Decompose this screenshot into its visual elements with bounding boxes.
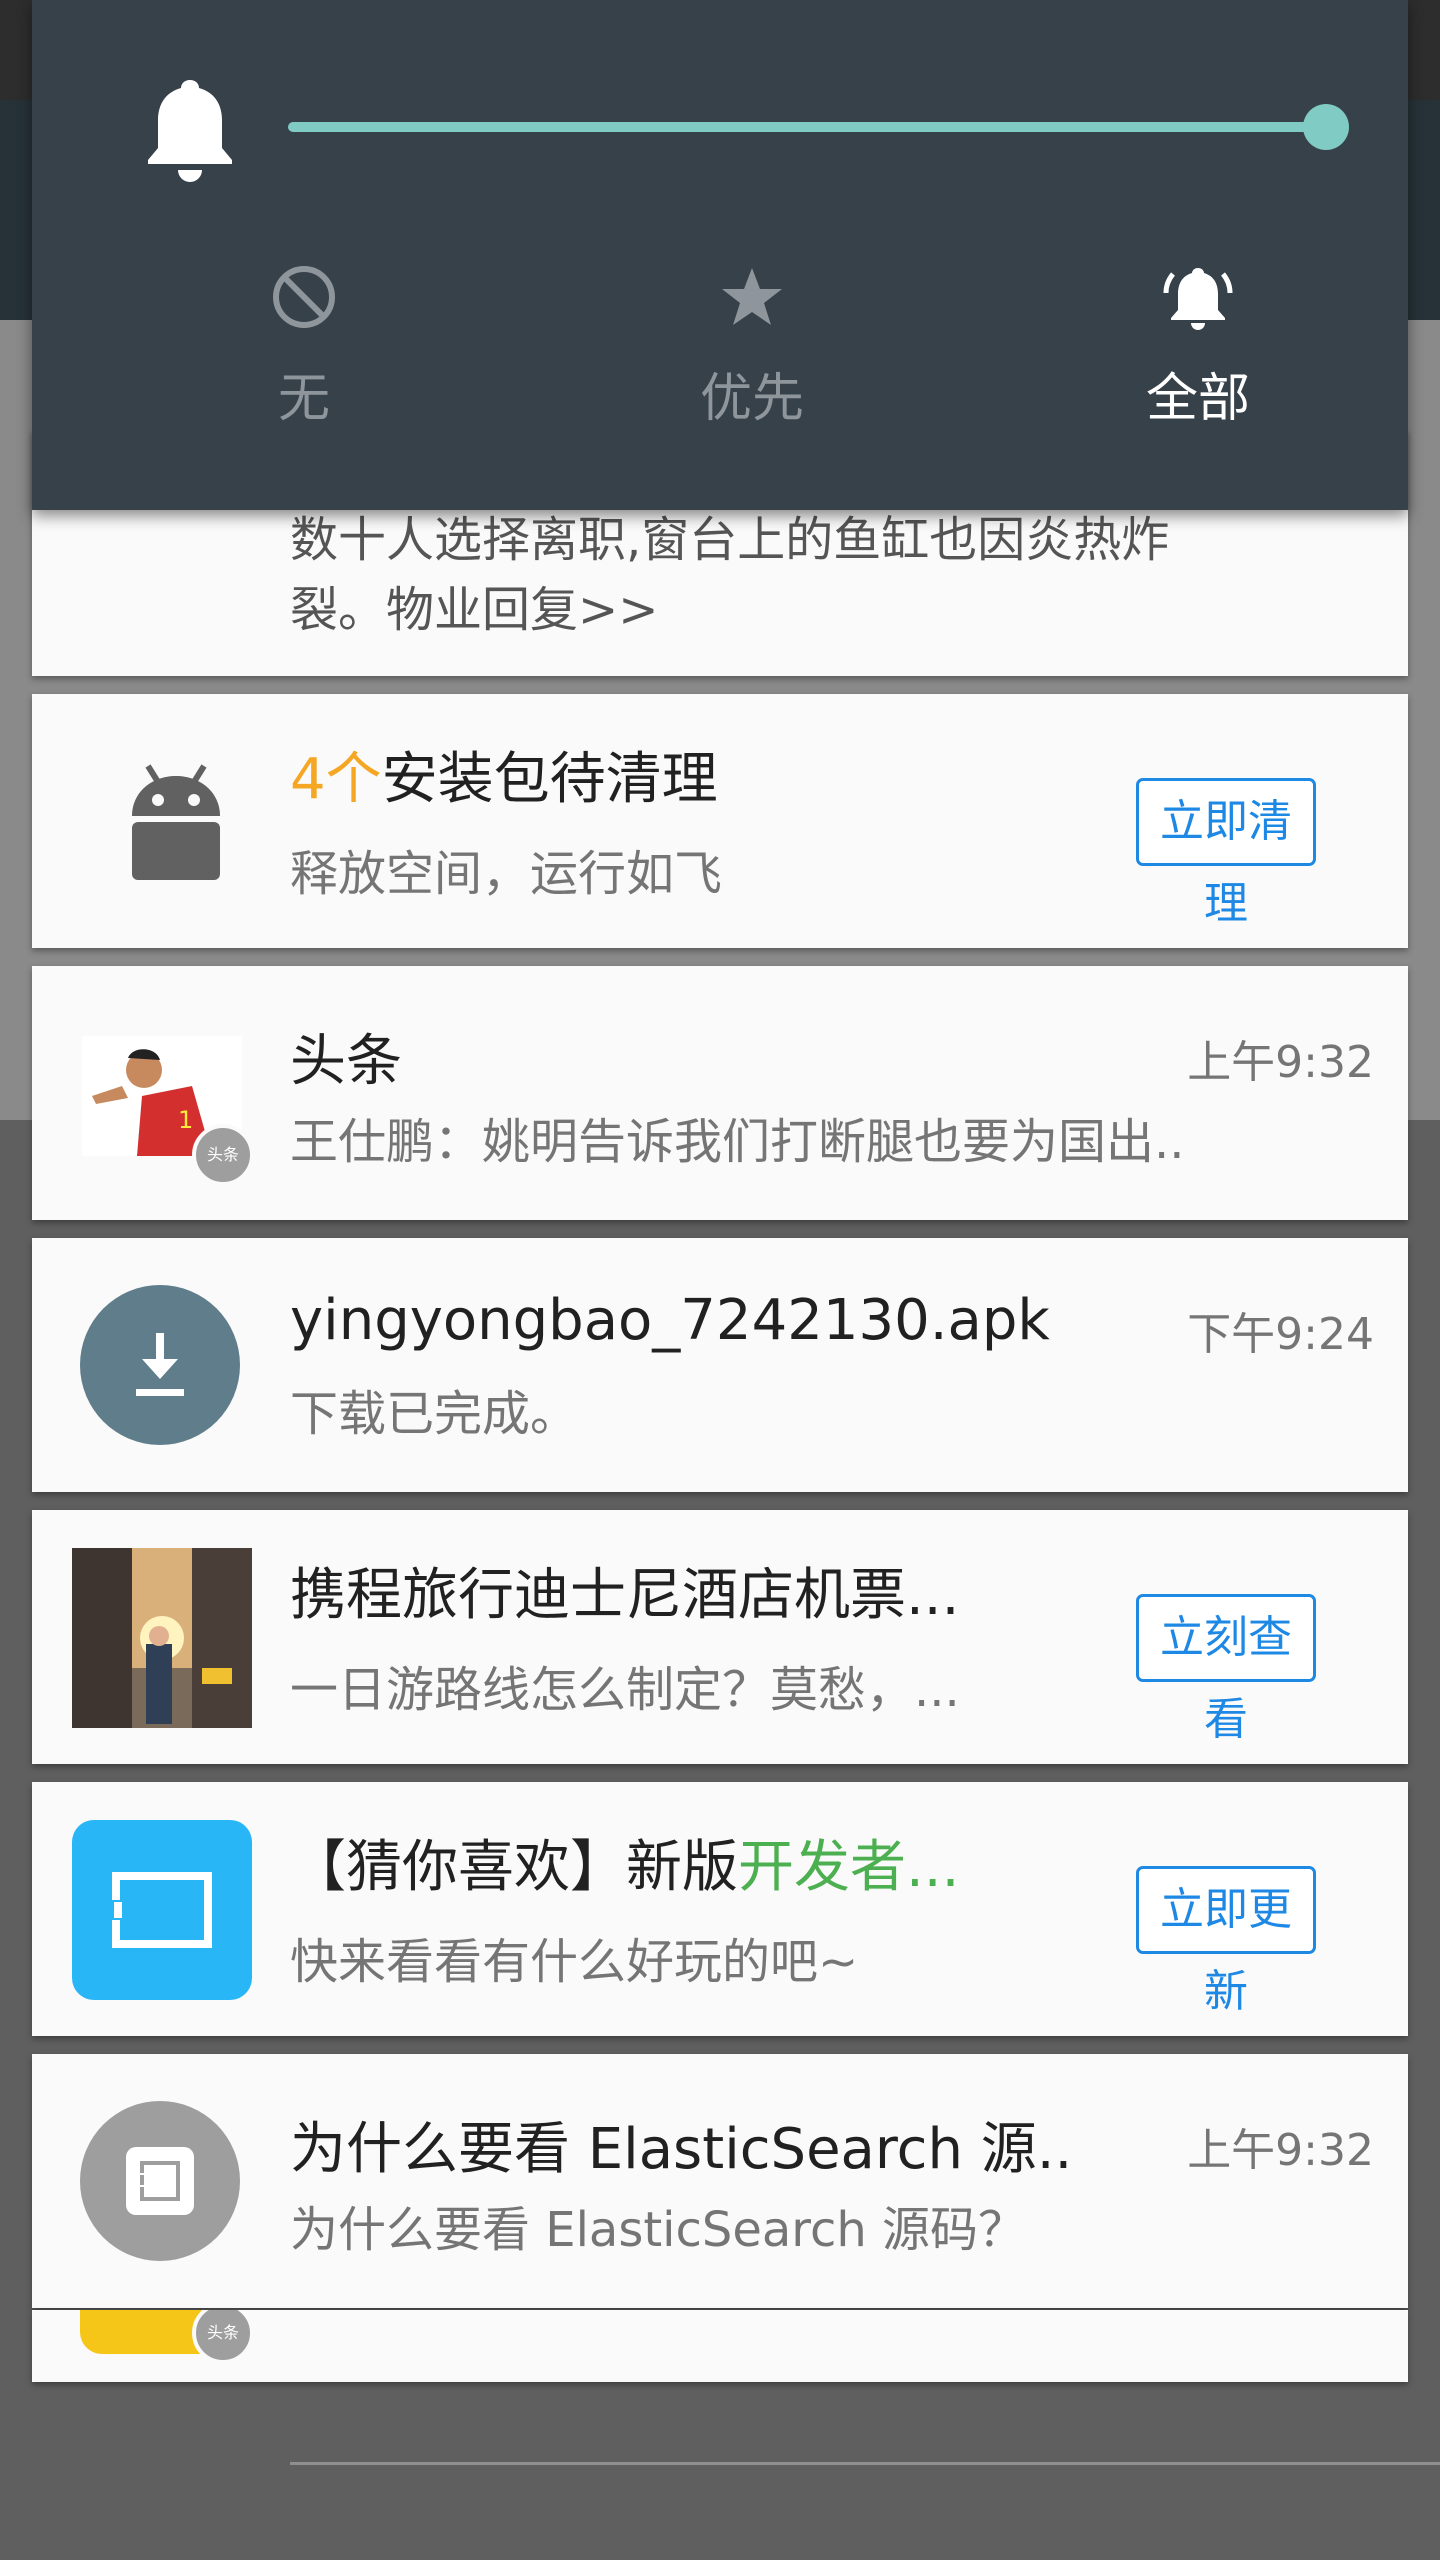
- cleanup-title: 4个安装包待清理: [290, 734, 718, 815]
- notification-download[interactable]: yingyongbao_7242130.apk 下午9:24 下载已完成。: [32, 1238, 1408, 1492]
- notification-toutiao[interactable]: 1 头条 头条 上午9:32 王仕鹏：姚明告诉我们打断腿也要为国出..: [32, 966, 1408, 1220]
- notification-elastic[interactable]: 为什么要看 ElasticSearch 源.. 上午9:32 为什么要看 Ela…: [32, 2054, 1408, 2308]
- toutiao-title: 头条: [290, 1029, 402, 1094]
- partial-text-line1: 数十人选择离职,窗台上的鱼缸也因炎热炸: [290, 512, 1170, 568]
- mode-none-label: 无: [277, 369, 330, 429]
- star-icon: [722, 268, 782, 325]
- notification-recommend[interactable]: 【猜你喜欢】新版开发者... 快来看看有什么好玩的吧~ 立即更新: [32, 1782, 1408, 2036]
- ctrip-text: 一日游路线怎么制定？莫愁，...: [290, 1662, 960, 1718]
- download-text: 下载已完成。: [290, 1386, 579, 1442]
- cleanup-subtitle: 释放空间，运行如飞: [290, 846, 723, 902]
- elastic-title: 为什么要看 ElasticSearch 源..: [290, 2117, 1073, 2182]
- elastic-time: 上午9:32: [1187, 2125, 1374, 2176]
- recommend-title-prefix: 【猜你喜欢】新版: [290, 1835, 738, 1900]
- svg-text:1: 1: [178, 1106, 193, 1134]
- notification-cleanup[interactable]: 4个安装包待清理 释放空间，运行如飞 立即清理: [32, 694, 1408, 948]
- cleanup-title-text: 安装包待清理: [381, 747, 718, 812]
- toutiao-badge-icon-2: 头条: [192, 2310, 254, 2364]
- cleanup-count: 4个: [290, 747, 382, 812]
- download-title: yingyongbao_7242130.apk: [290, 1288, 1050, 1353]
- app-frame-icon: [112, 1872, 212, 1948]
- app-store-icon: [72, 1820, 252, 2000]
- ctrip-title: 携程旅行迪士尼酒店机票...: [290, 1563, 960, 1628]
- recommend-text: 快来看看有什么好玩的吧~: [290, 1934, 859, 1990]
- toutiao-time: 上午9:32: [1187, 1037, 1374, 1088]
- frame-icon: [126, 2147, 194, 2215]
- view-now-button[interactable]: 立刻查看: [1136, 1594, 1316, 1745]
- toutiao-text: 王仕鹏：姚明告诉我们打断腿也要为国出..: [290, 1114, 1185, 1170]
- download-arrow-icon: [136, 1333, 184, 1396]
- mode-none[interactable]: 无: [154, 262, 454, 431]
- mode-all-label: 全部: [1145, 369, 1250, 429]
- notification-ctrip[interactable]: 携程旅行迪士尼酒店机票... 一日游路线怎么制定？莫愁，... 立刻查看: [32, 1510, 1408, 1764]
- download-icon: [80, 1285, 240, 1445]
- volume-slider-thumb[interactable]: [1303, 104, 1349, 150]
- mode-all[interactable]: 全部: [1048, 262, 1348, 431]
- download-time: 下午9:24: [1187, 1309, 1374, 1360]
- block-icon: [273, 266, 335, 328]
- update-now-button[interactable]: 立即更新: [1136, 1866, 1316, 2017]
- mode-priority[interactable]: 优先: [602, 262, 902, 431]
- recommend-title: 【猜你喜欢】新版开发者...: [290, 1822, 959, 1903]
- volume-panel: 无 优先 全部: [32, 0, 1408, 510]
- android-icon: [132, 764, 220, 880]
- elastic-text: 为什么要看 ElasticSearch 源码？: [290, 2202, 1027, 2258]
- toutiao-badge-icon: 头条: [192, 1124, 254, 1186]
- clean-now-button[interactable]: 立即清理: [1136, 778, 1316, 929]
- notification-partial-bottom[interactable]: 头条: [32, 2310, 1408, 2382]
- volume-slider-track[interactable]: [288, 122, 1326, 132]
- recommend-title-highlight: 开发者...: [738, 1835, 960, 1900]
- mode-priority-label: 优先: [699, 369, 804, 429]
- bell-icon[interactable]: [144, 74, 236, 182]
- partial-text-line2: 裂。物业回复>>: [290, 582, 659, 638]
- app-placeholder-icon: [80, 2101, 240, 2261]
- street-photo: [72, 1548, 252, 1728]
- bell-ring-icon: [1163, 268, 1233, 330]
- divider: [290, 2462, 1440, 2465]
